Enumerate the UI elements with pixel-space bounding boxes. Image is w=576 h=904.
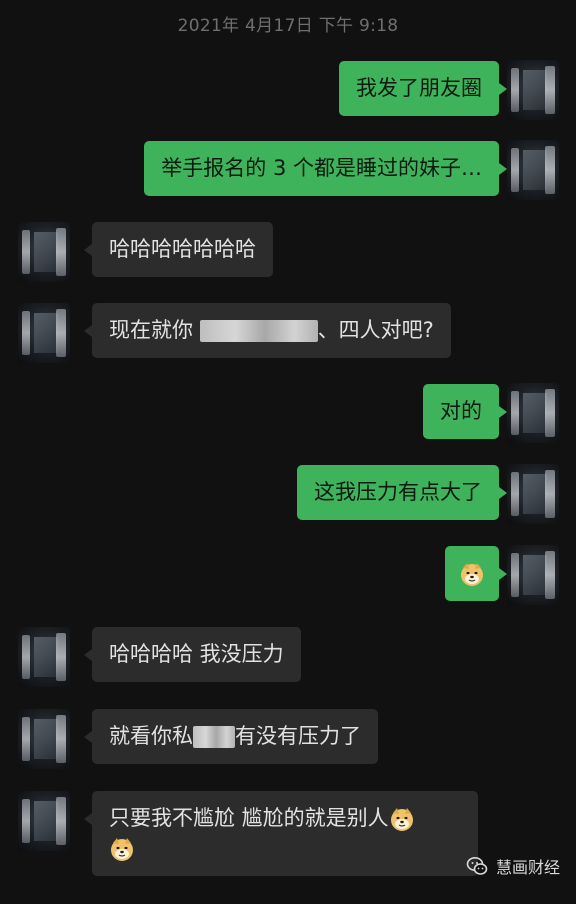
avatar-contact[interactable] <box>18 627 70 687</box>
message-text: 举手报名的 3 个都是睡过的妹子… <box>161 156 482 180</box>
message-bubble-received[interactable]: 只要我不尴尬 尴尬的就是别人 <box>84 791 478 876</box>
message-text: 就看你私 <box>109 724 193 748</box>
avatar-contact[interactable] <box>18 791 70 851</box>
avatar-contact[interactable] <box>18 709 70 769</box>
brand-name: 慧画财经 <box>495 858 560 877</box>
message-text: 对的 <box>440 399 482 423</box>
avatar-self[interactable] <box>507 464 559 524</box>
message-bubble-sent[interactable]: 举手报名的 3 个都是睡过的妹子… <box>144 141 507 196</box>
avatar-self[interactable] <box>507 383 559 443</box>
message-bubble-sent[interactable]: 对的 <box>423 384 507 439</box>
avatar-self[interactable] <box>507 545 559 605</box>
avatar-contact[interactable] <box>18 303 70 363</box>
redacted-text <box>193 726 235 748</box>
chat-timestamp: 2021年 4月17日 下午 9:18 <box>177 16 399 36</box>
message-text: 有没有压力了 <box>235 724 361 748</box>
message-bubble-sent[interactable] <box>445 546 507 601</box>
message-bubble-sent[interactable]: 我发了朋友圈 <box>339 61 507 116</box>
message-bubble-received[interactable]: 就看你私 有没有压力了 <box>84 709 378 764</box>
message-text: 这我压力有点大了 <box>314 480 482 504</box>
doge-emoji-icon <box>459 561 485 587</box>
redacted-text <box>199 320 318 342</box>
message-text: 哈哈哈哈哈哈哈 <box>109 237 256 261</box>
message-text: 现在就你 <box>109 318 200 342</box>
message-text: 、四人对吧? <box>317 318 434 342</box>
doge-emoji-icon <box>389 806 415 832</box>
brand-watermark: 慧画财经 <box>466 854 560 878</box>
message-text: 哈哈哈哈 我没压力 <box>109 642 284 666</box>
avatar-self[interactable] <box>507 140 559 200</box>
message-bubble-received[interactable]: 哈哈哈哈哈哈哈 <box>84 222 273 277</box>
message-bubble-sent[interactable]: 这我压力有点大了 <box>297 465 507 520</box>
message-text: 只要我不尴尬 尴尬的就是别人 <box>109 806 389 830</box>
message-bubble-received[interactable]: 现在就你 、四人对吧? <box>84 303 451 358</box>
doge-emoji-icon <box>109 836 135 862</box>
avatar-self[interactable] <box>507 60 559 120</box>
avatar-contact[interactable] <box>18 222 70 282</box>
message-text: 我发了朋友圈 <box>356 76 482 100</box>
wechat-official-account-icon <box>466 855 488 877</box>
message-bubble-received[interactable]: 哈哈哈哈 我没压力 <box>84 627 301 682</box>
